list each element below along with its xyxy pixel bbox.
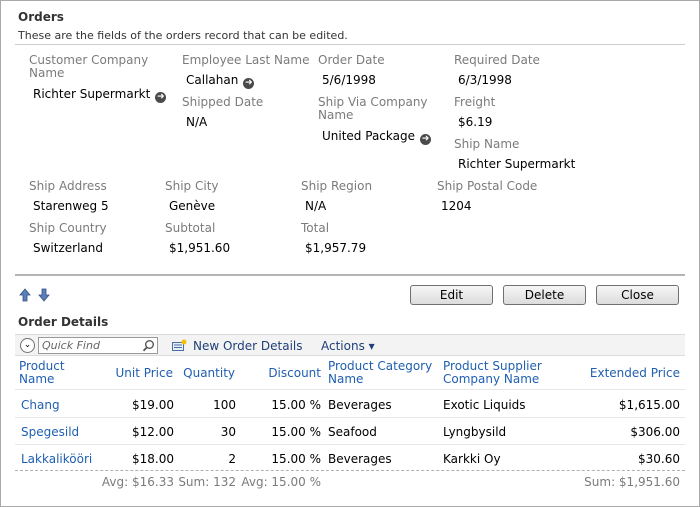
ship-address-value: Starenweg 5 — [33, 199, 109, 213]
ship-postal-code-value: 1204 — [441, 199, 472, 213]
unit-price-cell: $19.00 — [132, 398, 174, 412]
order-date-value: 5/6/1998 — [322, 73, 376, 87]
footer-sum-quantity: Sum: 132 — [178, 475, 236, 489]
value-text: United Package — [322, 129, 415, 143]
ship-region-label: Ship Region — [301, 179, 373, 193]
ship-city-value: Genève — [169, 199, 216, 213]
quick-find-placeholder: Quick Find — [42, 339, 100, 352]
column-header-extended-price[interactable]: Extended Price — [581, 367, 680, 380]
arrow-circle-right-icon[interactable]: ➜ — [243, 78, 255, 89]
ship-via-company-name-label: Ship Via Company Name — [318, 96, 428, 122]
search-icon[interactable] — [142, 339, 155, 352]
label-line: Name — [318, 108, 354, 122]
column-header-product-supplier-company-name[interactable]: Product Supplier Company Name — [443, 360, 542, 386]
unit-price-cell: $12.00 — [132, 425, 174, 439]
value-text: Richter Supermarkt — [33, 87, 151, 101]
footer-divider — [15, 470, 685, 471]
ship-city-label: Ship City — [165, 179, 219, 193]
arrow-circle-right-icon[interactable]: ➜ — [155, 92, 167, 103]
extended-price-cell: $306.00 — [630, 425, 680, 439]
quantity-cell: 100 — [213, 398, 236, 412]
header-line: Company Name — [443, 372, 540, 386]
row-divider — [15, 417, 685, 418]
header-line: Name — [328, 372, 364, 386]
freight-value: $6.19 — [458, 115, 493, 129]
details-toolbar: ⌄ Quick Find New Order Details Actions ▾ — [15, 334, 685, 356]
category-cell: Seafood — [328, 425, 377, 439]
column-header-product-category-name[interactable]: Product Category Name — [328, 360, 432, 386]
edit-button[interactable]: Edit — [410, 285, 493, 305]
extended-price-cell: $30.60 — [638, 452, 680, 466]
footer-sum-extended-price: Sum: $1,951.60 — [584, 475, 680, 489]
ship-postal-code-label: Ship Postal Code — [437, 179, 538, 193]
freight-label: Freight — [454, 95, 496, 109]
row-divider — [15, 389, 685, 390]
column-header-discount[interactable]: Discount — [241, 367, 321, 380]
discount-cell: 15.00 % — [271, 425, 321, 439]
category-cell: Beverages — [328, 398, 392, 412]
column-header-unit-price[interactable]: Unit Price — [101, 367, 173, 380]
product-name-cell[interactable]: Spegesild — [21, 425, 79, 439]
ship-via-company-name-value[interactable]: United Package ➜ — [322, 129, 431, 145]
required-date-label: Required Date — [454, 53, 540, 67]
shipped-date-value: N/A — [186, 115, 208, 129]
product-name-cell[interactable]: Lakkalikööri — [21, 452, 92, 466]
customer-company-name-value[interactable]: Richter Supermarkt ➜ — [33, 87, 167, 103]
order-date-label: Order Date — [318, 53, 385, 67]
form-title: Orders — [18, 10, 64, 24]
form-description: These are the fields of the orders recor… — [18, 29, 348, 42]
employee-last-name-label: Employee Last Name — [182, 53, 310, 67]
actions-menu[interactable]: Actions ▾ — [321, 339, 375, 353]
discount-cell: 15.00 % — [271, 452, 321, 466]
ship-name-label: Ship Name — [454, 137, 520, 151]
close-button[interactable]: Close — [596, 285, 679, 305]
total-value: $1,957.79 — [305, 241, 367, 255]
customer-company-name-label: Customer Company Name — [29, 54, 148, 80]
ship-country-value: Switzerland — [33, 241, 103, 255]
unit-price-cell: $18.00 — [132, 452, 174, 466]
column-header-product-name[interactable]: Product Name — [19, 360, 65, 386]
supplier-cell: Karkki Oy — [443, 452, 501, 466]
row-divider — [15, 444, 685, 445]
quantity-cell: 2 — [228, 452, 236, 466]
discount-cell: 15.00 % — [271, 398, 321, 412]
subtotal-label: Subtotal — [165, 221, 216, 235]
column-header-quantity[interactable]: Quantity — [177, 367, 235, 380]
orders-form: Orders These are the fields of the order… — [0, 0, 700, 507]
ship-region-value: N/A — [305, 199, 327, 213]
header-line: Name — [19, 372, 55, 386]
category-cell: Beverages — [328, 452, 392, 466]
employee-last-name-value[interactable]: Callahan ➜ — [186, 73, 255, 89]
arrow-up-icon[interactable] — [19, 288, 31, 302]
chevron-down-icon[interactable]: ⌄ — [20, 338, 35, 353]
required-date-value: 6/3/1998 — [458, 73, 512, 87]
arrow-down-icon[interactable] — [38, 288, 50, 302]
footer-avg-discount: Avg: 15.00 % — [241, 475, 321, 489]
new-record-icon[interactable] — [172, 339, 187, 351]
label-line: Name — [29, 66, 65, 80]
divider — [15, 44, 685, 45]
shipped-date-label: Shipped Date — [182, 95, 264, 109]
supplier-cell: Lyngbysild — [443, 425, 507, 439]
subtotal-value: $1,951.60 — [169, 241, 231, 255]
extended-price-cell: $1,615.00 — [618, 398, 680, 412]
order-details-title: Order Details — [18, 315, 109, 329]
section-separator — [15, 274, 685, 276]
value-text: Callahan — [186, 73, 239, 87]
footer-avg-unit-price: Avg: $16.33 — [101, 475, 174, 489]
delete-button[interactable]: Delete — [503, 285, 586, 305]
quick-find-input[interactable]: Quick Find — [38, 337, 158, 354]
product-name-cell[interactable]: Chang — [21, 398, 60, 412]
quantity-cell: 30 — [220, 425, 236, 439]
total-label: Total — [301, 221, 330, 235]
arrow-circle-right-icon[interactable]: ➜ — [419, 134, 431, 145]
ship-country-label: Ship Country — [29, 221, 107, 235]
supplier-cell: Exotic Liquids — [443, 398, 526, 412]
new-order-details-button[interactable]: New Order Details — [193, 339, 303, 353]
ship-address-label: Ship Address — [29, 179, 107, 193]
ship-name-value: Richter Supermarkt — [458, 157, 576, 171]
